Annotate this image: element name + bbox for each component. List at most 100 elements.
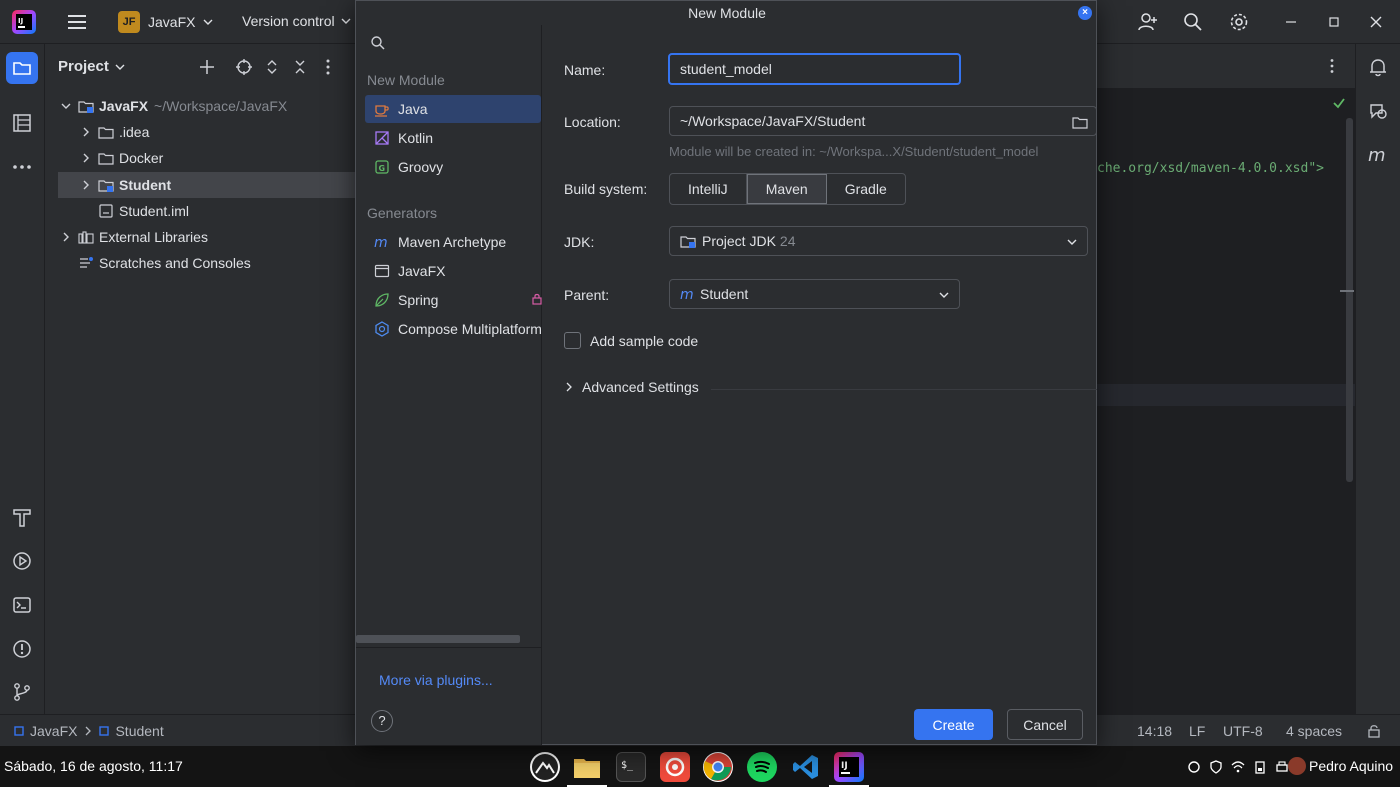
chevron-right-icon (83, 180, 89, 190)
editor-options-kebab-icon[interactable] (1324, 58, 1340, 74)
line-separator[interactable]: LF (1189, 723, 1205, 739)
intellij-logo-icon[interactable]: IJ (12, 10, 36, 34)
tree-item-scratches[interactable]: Scratches and Consoles (78, 250, 251, 276)
launcher-mountain-icon[interactable] (530, 752, 560, 782)
add-user-icon[interactable] (1137, 11, 1159, 33)
breadcrumb-child[interactable]: Student (115, 723, 163, 739)
jdk-label: JDK: (564, 234, 595, 250)
help-icon[interactable]: ? (371, 710, 393, 732)
spotify-icon[interactable] (747, 752, 777, 782)
parent-dropdown[interactable]: m Student (669, 279, 960, 309)
tree-item-student-iml[interactable]: Student.iml (98, 198, 189, 224)
caret-position[interactable]: 14:18 (1137, 723, 1172, 739)
system-tray[interactable] (1187, 760, 1289, 774)
editor-scrollbar[interactable] (1346, 118, 1353, 482)
sidebar-item-spring[interactable]: Spring (365, 286, 541, 314)
terminal-icon[interactable] (11, 594, 33, 616)
indent-setting[interactable]: 4 spaces (1286, 723, 1342, 739)
add-icon[interactable] (198, 58, 216, 76)
folder-icon (98, 127, 114, 139)
editor-area[interactable]: che.org/xsd/maven-4.0.0.xsd"> (1097, 44, 1355, 714)
chevron-down-icon (203, 19, 213, 25)
build-option-gradle[interactable]: Gradle (827, 174, 905, 204)
tree-item-idea[interactable]: .idea (78, 119, 149, 145)
left-tool-stripe (0, 44, 45, 714)
chrome-icon[interactable] (703, 752, 733, 782)
search-icon[interactable] (1182, 11, 1204, 33)
breadcrumb-root[interactable]: JavaFX (30, 723, 77, 739)
maven-tool-icon[interactable]: m (1367, 144, 1389, 166)
tree-item-docker[interactable]: Docker (78, 145, 163, 171)
advanced-settings-toggle[interactable]: Advanced Settings (564, 379, 699, 395)
collapse-all-icon[interactable] (291, 58, 309, 76)
build-hammer-icon[interactable] (11, 506, 33, 528)
tree-item-label: Docker (119, 150, 164, 166)
parent-value: Student (700, 286, 749, 302)
vscode-icon[interactable] (791, 752, 821, 782)
project-switcher[interactable]: JF JavaFX (118, 11, 213, 33)
add-sample-code-label[interactable]: Add sample code (590, 333, 698, 349)
search-icon[interactable] (370, 35, 386, 51)
main-menu-icon[interactable] (66, 11, 88, 33)
sidebar-item-maven-archetype[interactable]: m Maven Archetype (365, 228, 541, 256)
tree-item-root[interactable]: JavaFX ~/Workspace/JavaFX (58, 93, 287, 119)
tree-item-external-libraries[interactable]: External Libraries (58, 224, 208, 250)
minimize-icon[interactable] (1283, 14, 1299, 30)
more-via-plugins-link[interactable]: More via plugins... (379, 672, 493, 688)
shield-icon (1210, 760, 1222, 774)
intellij-app-icon[interactable]: IJ (834, 752, 864, 782)
add-sample-code-checkbox[interactable] (564, 332, 581, 349)
notifications-bell-icon[interactable] (1367, 56, 1389, 78)
sidebar-item-javafx[interactable]: JavaFX (365, 257, 541, 285)
lock-icon[interactable] (1366, 723, 1382, 739)
clock-datetime[interactable]: Sábado, 16 de agosto, 11:17 (4, 758, 183, 774)
build-option-intellij[interactable]: IntelliJ (670, 174, 747, 204)
build-option-maven[interactable]: Maven (746, 174, 827, 204)
services-run-icon[interactable] (11, 550, 33, 572)
browser-app-icon[interactable] (660, 752, 690, 782)
browse-folder-icon[interactable] (1072, 114, 1088, 130)
more-tools-icon[interactable] (11, 156, 33, 178)
files-folder-icon[interactable] (572, 752, 602, 782)
close-icon[interactable]: × (1078, 6, 1092, 20)
jdk-dropdown[interactable]: Project JDK 24 (669, 226, 1088, 256)
editor-code-line: che.org/xsd/maven-4.0.0.xsd"> (1097, 161, 1324, 176)
user-name[interactable]: Pedro Aquino (1309, 758, 1393, 774)
battery-icon (1255, 761, 1265, 774)
sidebar-item-kotlin[interactable]: Kotlin (365, 124, 541, 152)
project-panel-title[interactable]: Project (58, 58, 125, 75)
svg-text:m: m (680, 287, 694, 302)
chevron-down-icon (1067, 239, 1077, 245)
ai-assistant-icon[interactable] (1367, 100, 1389, 122)
sidebar-item-groovy[interactable]: G Groovy (365, 153, 541, 181)
file-encoding[interactable]: UTF-8 (1223, 723, 1263, 739)
editor-tab-strip (1097, 44, 1355, 88)
settings-gear-icon[interactable] (1228, 11, 1250, 33)
chevron-right-icon (86, 726, 92, 736)
cancel-button[interactable]: Cancel (1007, 709, 1083, 740)
locate-target-icon[interactable] (235, 58, 253, 76)
close-window-icon[interactable] (1368, 14, 1384, 30)
maximize-icon[interactable] (1326, 14, 1342, 30)
version-control-menu[interactable]: Version control (242, 13, 351, 29)
git-branch-icon[interactable] (11, 681, 33, 703)
tree-item-student[interactable]: Student (78, 172, 171, 198)
tree-item-path-hint: ~/Workspace/JavaFX (154, 98, 288, 114)
user-avatar[interactable] (1288, 757, 1306, 775)
location-field[interactable]: ~/Workspace/JavaFX/Student (669, 106, 1097, 136)
expand-all-icon[interactable] (263, 58, 281, 76)
problems-icon[interactable] (11, 638, 33, 660)
project-panel: Project JavaFX ~/Workspace/JavaFX .idea … (45, 44, 356, 714)
tree-item-label: Student (119, 177, 172, 193)
sidebar-item-java[interactable]: Java (365, 95, 541, 123)
options-kebab-icon[interactable] (319, 58, 337, 76)
name-field[interactable]: student_model (668, 53, 961, 85)
sidebar-item-compose-multiplatform[interactable]: Compose Multiplatform (365, 315, 541, 343)
chevron-down-icon (341, 18, 351, 24)
structure-icon[interactable] (11, 112, 33, 134)
sidebar-horizontal-scrollbar[interactable] (356, 635, 520, 643)
terminal-app-icon[interactable]: $_ (616, 752, 646, 782)
maven-icon: m (374, 235, 388, 250)
folder-icon[interactable] (11, 57, 33, 79)
create-button[interactable]: Create (914, 709, 993, 740)
